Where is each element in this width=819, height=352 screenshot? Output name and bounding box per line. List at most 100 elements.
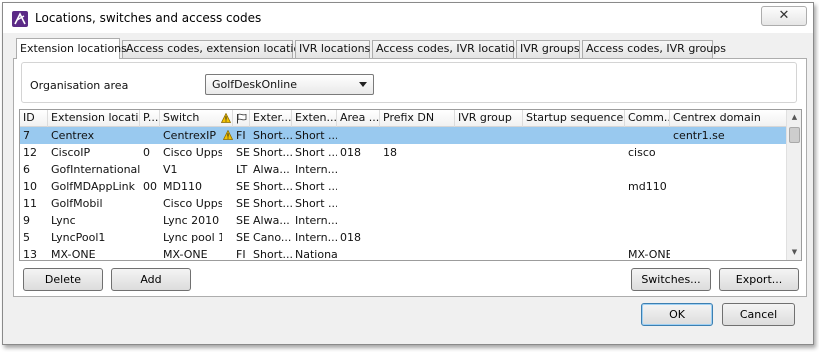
column-header-external[interactable]: Exter... [250, 110, 292, 127]
table-row[interactable]: 13 MX-ONE MX-ONE FI Short... National MX-ONE [20, 246, 786, 261]
table-row[interactable]: 7 Centrex CentrexIP FI Short... Short ... cent… [20, 127, 786, 144]
cell-comm: MX-ONE [628, 248, 670, 261]
cell-comm: cisco [628, 146, 656, 159]
scroll-down-icon[interactable]: ▼ [787, 245, 801, 260]
table-header: ID Extension location P... Switch [20, 110, 786, 127]
tab-access-codes-ivr-groups[interactable]: Access codes, IVR groups [582, 40, 726, 58]
title-bar: Locations, switches and access codes ✕ [3, 3, 813, 33]
table-row[interactable]: 5 LyncPool1 Lync pool 1 SE Cano... Intern... 0… [20, 229, 786, 246]
cell-startup-sequence [523, 212, 625, 229]
cell-p: 0 [143, 146, 150, 159]
cell-switch: Cisco Uppsala [163, 197, 222, 210]
column-header-extension[interactable]: Exten... [292, 110, 337, 127]
column-header-extension-location[interactable]: Extension location [48, 110, 140, 127]
cell-extension-location: LyncPool1 [51, 231, 106, 244]
cell-id: 10 [23, 180, 37, 193]
cell-external: Alwa... [253, 163, 290, 176]
warning-icon [223, 130, 233, 140]
column-header-switch[interactable]: Switch [160, 110, 233, 127]
column-header-prefix-dn[interactable]: Prefix DN [380, 110, 455, 127]
cell-centrex-domain [670, 229, 786, 246]
cell-switch: Lync 2010 [163, 214, 220, 227]
column-header-id[interactable]: ID [20, 110, 48, 127]
cell-area: 018 [340, 231, 361, 244]
switches-button[interactable]: Switches... [631, 268, 711, 291]
cell-extension: Intern... [295, 163, 337, 176]
table-row[interactable]: 6 GofInternational V1 LT Alwa... Intern... [20, 161, 786, 178]
cell-country: LT [236, 163, 248, 176]
tab-access-codes-ivr-locations[interactable]: Access codes, IVR locations [372, 40, 528, 58]
cell-prefix-dn [380, 161, 455, 178]
cell-id: 6 [23, 163, 30, 176]
cell-prefix-dn [380, 246, 455, 260]
organisation-area-select[interactable]: GolfDeskOnline [205, 74, 374, 95]
cancel-button[interactable]: Cancel [722, 303, 795, 326]
cell-ivr-group [455, 144, 523, 161]
tab-access-codes-extension-locations[interactable]: Access codes, extension locations [122, 40, 313, 58]
cell-centrex-domain [670, 246, 786, 260]
cell-id: 9 [23, 214, 30, 227]
cell-country: FI [236, 248, 246, 261]
column-header-centrex-domain[interactable]: Centrex domain [670, 110, 786, 127]
cell-ivr-group [455, 195, 523, 212]
cell-extension: Intern... [295, 214, 337, 227]
cell-startup-sequence [523, 144, 625, 161]
close-icon: ✕ [778, 8, 790, 23]
column-header-country[interactable] [233, 110, 250, 127]
cell-prefix-dn [380, 127, 455, 144]
cell-centrex-domain: centr1.se [673, 129, 725, 142]
tab-extension-locations[interactable]: Extension locations [16, 38, 127, 59]
cell-centrex-domain [670, 195, 786, 212]
delete-button[interactable]: Delete [23, 268, 103, 291]
cell-prefix-dn: 18 [383, 146, 397, 159]
close-button[interactable]: ✕ [761, 6, 807, 26]
app-logo-icon [12, 11, 28, 27]
vertical-scrollbar[interactable]: ▲ ▼ [786, 110, 801, 260]
scrollbar-thumb[interactable] [789, 127, 800, 143]
tab-ivr-groups[interactable]: IVR groups [516, 40, 580, 58]
organisation-area-label: Organisation area [30, 79, 129, 92]
cell-startup-sequence [523, 127, 625, 144]
cell-startup-sequence [523, 229, 625, 246]
scroll-up-icon[interactable]: ▲ [787, 110, 801, 125]
table-row[interactable]: 9 Lync Lync 2010 SE Alwa... Intern... [20, 212, 786, 229]
organisation-area-value: GolfDeskOnline [212, 78, 298, 91]
table-row[interactable]: 11 GolfMobil Cisco Uppsala SEShort...Short … [20, 195, 786, 212]
cell-extension-location: GolfMobil [51, 197, 103, 210]
column-header-comm[interactable]: Comm... [625, 110, 670, 127]
cell-ivr-group [455, 161, 523, 178]
cell-p [140, 246, 160, 260]
cell-comm [625, 195, 670, 212]
cell-startup-sequence [523, 178, 625, 195]
cell-external: Alwa... [253, 214, 290, 227]
cell-extension-location: GolfMDAppLink [51, 180, 135, 193]
cell-id: 12 [23, 146, 37, 159]
column-header-area[interactable]: Area ... [337, 110, 380, 127]
cell-startup-sequence [523, 161, 625, 178]
add-button[interactable]: Add [111, 268, 191, 291]
cell-p [140, 161, 160, 178]
column-header-startup-sequence[interactable]: Startup sequence [523, 110, 625, 127]
table-row[interactable]: 10 GolfMDAppLink 00 MD110 SE Short... Short ..… [20, 178, 786, 195]
export-button[interactable]: Export... [719, 268, 799, 291]
ok-button[interactable]: OK [641, 303, 713, 326]
cell-external: Short... [253, 129, 292, 142]
chevron-down-icon [359, 82, 367, 87]
locations-table: ID Extension location P... Switch [19, 109, 802, 261]
cell-ivr-group [455, 246, 523, 260]
cell-external: Short... [253, 146, 292, 159]
cell-extension: Intern... [295, 231, 337, 244]
column-header-ivr-group[interactable]: IVR group [455, 110, 523, 127]
cell-area [337, 246, 380, 260]
cell-id: 5 [23, 231, 30, 244]
cell-p [140, 212, 160, 229]
cell-centrex-domain [670, 144, 786, 161]
column-header-p[interactable]: P... [140, 110, 160, 127]
tab-ivr-locations[interactable]: IVR locations [295, 40, 370, 58]
cell-external: Short... [253, 180, 292, 193]
cell-extension: Short ... [295, 129, 337, 142]
table-row[interactable]: 12 CiscoIP 0 Cisco Uppsala SEShort...Short .… [20, 144, 786, 161]
cell-country: SE [236, 146, 250, 159]
cell-extension-location: MX-ONE [51, 248, 96, 261]
cell-id: 11 [23, 197, 37, 210]
